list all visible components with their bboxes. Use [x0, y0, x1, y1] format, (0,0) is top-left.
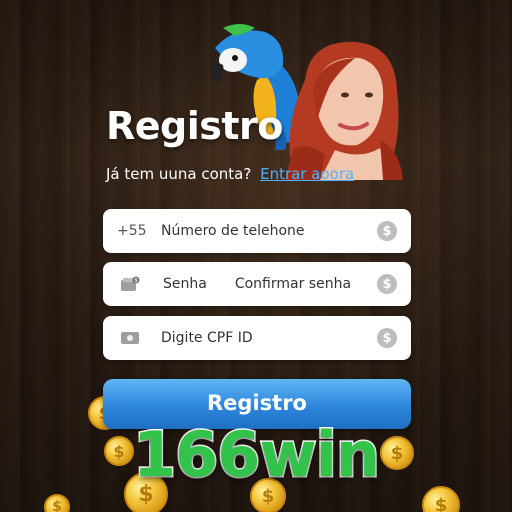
wallet-icon: $ [119, 276, 141, 292]
login-prompt: Já tem uuna conta? Entrar aoora [106, 165, 354, 183]
country-code[interactable]: +55 [117, 223, 157, 239]
id-card-icon [119, 330, 141, 346]
svg-text:$: $ [135, 278, 138, 284]
woman-portrait [285, 41, 403, 180]
dollar-icon: $ [377, 274, 397, 294]
phone-field[interactable]: +55 Número de telehone $ [103, 209, 411, 253]
login-link[interactable]: Entrar aoora [260, 165, 354, 183]
cpf-field[interactable]: Digite CPF ID $ [103, 316, 411, 360]
confirm-password-input[interactable]: Confirmar senha [235, 276, 351, 292]
password-field[interactable]: $ Senha Confirmar senha $ [103, 262, 411, 306]
dollar-icon: $ [377, 328, 397, 348]
cpf-input[interactable]: Digite CPF ID [161, 330, 253, 346]
login-prompt-text: Já tem uuna conta? [106, 165, 252, 183]
phone-input[interactable]: Número de telehone [161, 223, 305, 239]
dollar-icon: $ [377, 221, 397, 241]
page-title: Registro [106, 104, 283, 148]
brand-logo-text: 166win [131, 417, 381, 493]
password-input[interactable]: Senha [163, 276, 207, 292]
